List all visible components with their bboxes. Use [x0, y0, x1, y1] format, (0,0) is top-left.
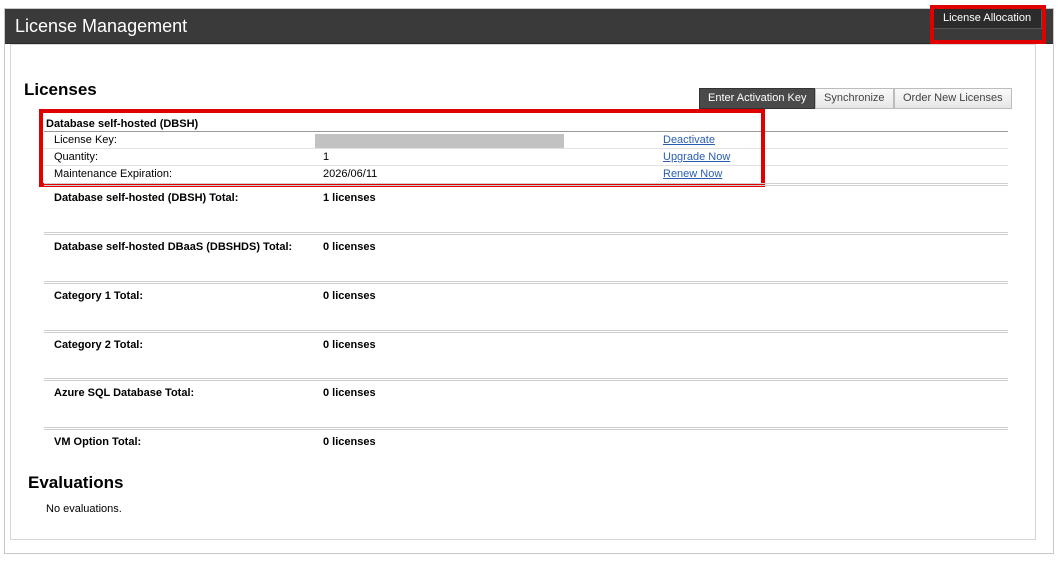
- license-allocation-button[interactable]: License Allocation: [932, 7, 1043, 29]
- license-key-masked: [315, 134, 564, 148]
- total-label: Database self-hosted DBaaS (DBSHDS) Tota…: [54, 241, 293, 253]
- total-row: VM Option Total: 0 licenses: [44, 427, 1008, 473]
- row-label: Quantity:: [54, 151, 99, 163]
- table-row: License Key: Deactivate: [44, 131, 1008, 148]
- total-value: 1 licenses: [323, 192, 376, 204]
- deactivate-link[interactable]: Deactivate: [663, 132, 715, 148]
- total-label: VM Option Total:: [54, 436, 142, 448]
- row-value: 2026/06/11: [323, 168, 378, 180]
- row-label: Maintenance Expiration:: [54, 168, 173, 180]
- total-value: 0 licenses: [323, 436, 376, 448]
- total-row: Database self-hosted (DBSH) Total: 1 lic…: [44, 183, 1008, 229]
- license-group-dbsh: Database self-hosted (DBSH) License Key:…: [44, 117, 1008, 182]
- total-label: Database self-hosted (DBSH) Total:: [54, 192, 239, 204]
- page-title: License Management: [15, 16, 188, 36]
- enter-activation-key-button[interactable]: Enter Activation Key: [699, 88, 816, 109]
- evaluations-heading: Evaluations: [28, 473, 124, 492]
- licenses-heading: Licenses: [24, 80, 97, 99]
- total-label: Category 1 Total:: [54, 290, 144, 302]
- total-row: Azure SQL Database Total: 0 licenses: [44, 378, 1008, 424]
- no-evaluations-text: No evaluations.: [46, 503, 122, 515]
- upgrade-now-link[interactable]: Upgrade Now: [663, 149, 730, 165]
- total-row: Category 1 Total: 0 licenses: [44, 281, 1008, 327]
- total-row: Database self-hosted DBaaS (DBSHDS) Tota…: [44, 232, 1008, 278]
- total-value: 0 licenses: [323, 339, 376, 351]
- license-group-title: Database self-hosted (DBSH): [46, 118, 199, 130]
- row-value: 1: [323, 151, 330, 163]
- row-label: License Key:: [54, 134, 117, 146]
- total-value: 0 licenses: [323, 290, 376, 302]
- total-value: 0 licenses: [323, 387, 376, 399]
- order-new-licenses-button[interactable]: Order New Licenses: [894, 88, 1012, 109]
- renew-now-link[interactable]: Renew Now: [663, 166, 722, 182]
- total-row: Category 2 Total: 0 licenses: [44, 330, 1008, 376]
- total-label: Category 2 Total:: [54, 339, 144, 351]
- total-label: Azure SQL Database Total:: [54, 387, 195, 399]
- title-bar: License Management: [5, 9, 1053, 44]
- table-row: Quantity: 1 Upgrade Now: [44, 148, 1008, 165]
- total-value: 0 licenses: [323, 241, 376, 253]
- synchronize-button[interactable]: Synchronize: [815, 88, 894, 109]
- table-row: Maintenance Expiration: 2026/06/11 Renew…: [44, 165, 1008, 182]
